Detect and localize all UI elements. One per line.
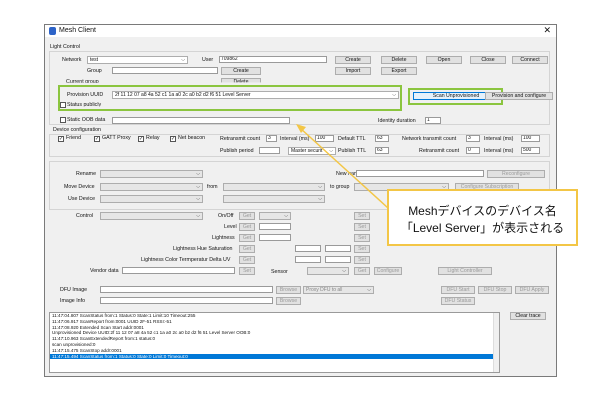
annotation-callout: Meshデバイスのデバイス名 「Level Server」が表示される (387, 189, 578, 246)
callout-line-1: Meshデバイスのデバイス名 (408, 204, 557, 218)
arrow-shaft (299, 127, 389, 209)
callout-line-2: 「Level Server」が表示される (400, 221, 565, 235)
